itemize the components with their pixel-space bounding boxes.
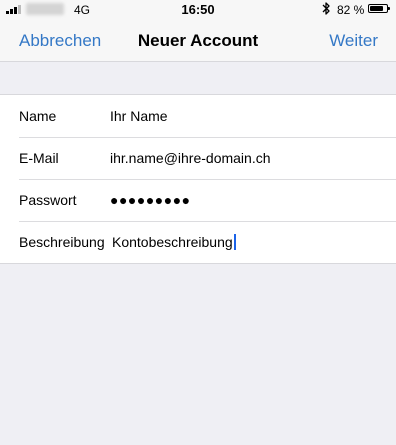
account-form: Name Ihr Name E-Mail ihr.name@ihre-domai… xyxy=(0,94,396,264)
description-value: Kontobeschreibung xyxy=(112,234,233,250)
text-caret xyxy=(233,234,236,250)
battery-icon xyxy=(368,4,390,13)
battery-level-fill xyxy=(370,6,383,11)
page-title: Neuer Account xyxy=(137,31,259,50)
battery-percent: 82 % xyxy=(337,3,365,17)
next-button[interactable]: Weiter xyxy=(329,31,378,51)
email-label: E-Mail xyxy=(19,150,59,166)
new-account-screen: 4G 16:50 82 % Abbrechen Neuer Account We… xyxy=(0,0,396,445)
description-field[interactable]: Kontobeschreibung xyxy=(112,233,236,251)
form-row-email[interactable]: E-Mail ihr.name@ihre-domain.ch xyxy=(0,137,396,179)
name-field[interactable]: Ihr Name xyxy=(110,107,168,125)
cancel-button[interactable]: Abbrechen xyxy=(19,31,101,51)
top-bar: 4G 16:50 82 % Abbrechen Neuer Account We… xyxy=(0,0,396,62)
password-field[interactable]: ●●●●●●●●● xyxy=(110,191,191,209)
form-row-description[interactable]: Beschreibung Kontobeschreibung xyxy=(0,221,396,263)
form-row-password[interactable]: Passwort ●●●●●●●●● xyxy=(0,179,396,221)
name-label: Name xyxy=(19,108,57,124)
description-label: Beschreibung xyxy=(19,234,105,250)
email-field[interactable]: ihr.name@ihre-domain.ch xyxy=(110,149,271,167)
password-label: Passwort xyxy=(19,192,77,208)
status-bar: 4G 16:50 82 % xyxy=(0,0,396,20)
bluetooth-icon xyxy=(322,2,330,15)
form-row-name[interactable]: Name Ihr Name xyxy=(0,95,396,137)
